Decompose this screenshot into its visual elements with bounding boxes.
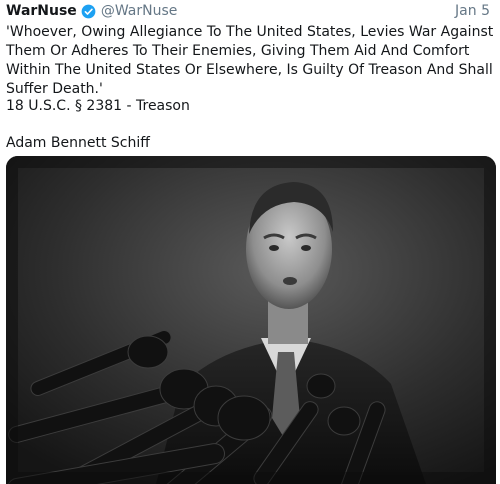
author-name[interactable]: WarNuse: [6, 2, 77, 20]
tweet-photo[interactable]: [6, 156, 496, 484]
tweet-header: WarNuse @WarNuse Jan 5: [6, 2, 490, 20]
speaker-photo-illustration: [6, 156, 496, 484]
verified-badge-icon: [81, 4, 96, 19]
tweet-text: 'Whoever, Owing Allegiance To The United…: [6, 24, 494, 97]
tweet-date[interactable]: Jan 5: [455, 2, 490, 20]
tweet-citation: 18 U.S.C. § 2381 - Treason: [6, 98, 190, 114]
tweet-card: WarNuse @WarNuse Jan 5 'Whoever, Owing A…: [0, 0, 500, 484]
author-handle[interactable]: @WarNuse: [101, 2, 178, 20]
tweet-signature: Adam Bennett Schiff: [6, 135, 150, 151]
